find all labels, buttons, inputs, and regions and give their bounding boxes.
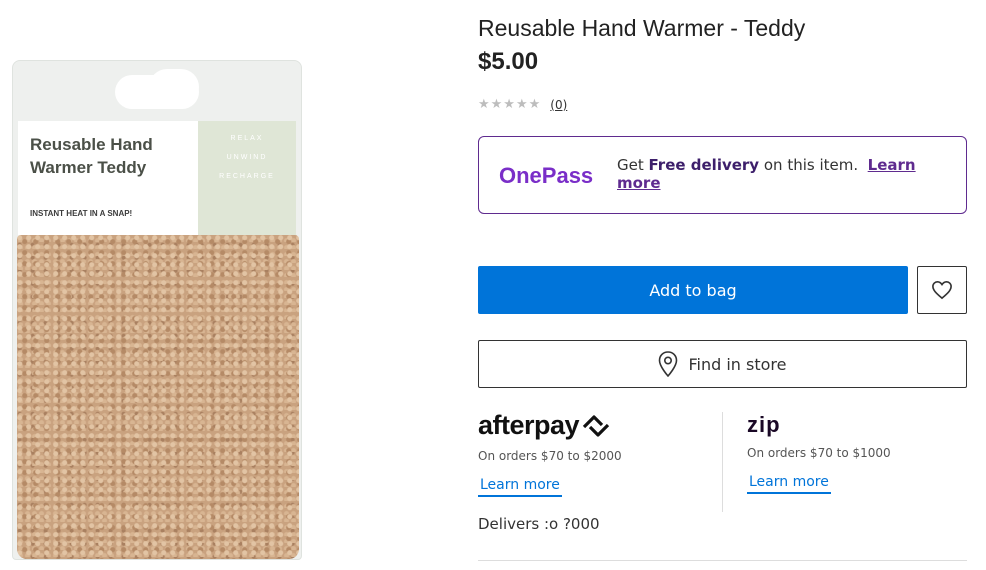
package-illustration: Reusable Hand Warmer Teddy INSTANT HEAT … (12, 60, 302, 560)
onepass-text-suffix: on this item. (759, 156, 859, 174)
delivery-info: Delivers :o ?000 (478, 515, 600, 533)
wishlist-button[interactable] (917, 266, 967, 314)
afterpay-logo-text: afterpay (478, 410, 580, 440)
section-divider (478, 560, 967, 561)
payment-divider (722, 412, 723, 512)
star-rating-icon: ★★★★★ (478, 97, 542, 112)
afterpay-arrows-icon (582, 414, 610, 437)
heart-icon (932, 280, 952, 300)
product-title: Reusable Hand Warmer - Teddy (478, 15, 806, 41)
zip-logo: zip (747, 410, 891, 440)
teddy-fleece (17, 235, 299, 559)
afterpay-section: afterpay On orders $70 to $2000 Learn mo… (478, 410, 622, 497)
zip-note: On orders $70 to $1000 (747, 446, 891, 460)
onepass-message: Get Free delivery on this item. Learn mo… (617, 156, 947, 192)
afterpay-logo: afterpay (478, 410, 622, 441)
afterpay-learn-more-link[interactable]: Learn more (478, 477, 562, 497)
zip-learn-more-link[interactable]: Learn more (747, 474, 831, 494)
review-count-link[interactable]: (0) (550, 98, 567, 112)
package-card: Reusable Hand Warmer Teddy INSTANT HEAT … (18, 121, 296, 235)
find-in-store-label: Find in store (688, 354, 787, 374)
package-title: Reusable Hand Warmer Teddy (30, 135, 153, 177)
find-in-store-button[interactable]: Find in store (478, 340, 967, 388)
package-side-word: UNWIND (226, 154, 268, 161)
package-side-word: RECHARGE (219, 173, 275, 180)
afterpay-note: On orders $70 to $2000 (478, 449, 622, 463)
zip-logo-text: zip (747, 412, 781, 437)
product-price: $5.00 (478, 48, 539, 75)
onepass-text-bold: Free delivery (648, 156, 760, 174)
hang-tab (115, 69, 199, 109)
package-tagline: INSTANT HEAT IN A SNAP! (30, 209, 133, 218)
zip-section: zip On orders $70 to $1000 Learn more (747, 410, 891, 494)
add-to-bag-button[interactable]: Add to bag (478, 266, 908, 314)
onepass-text-prefix: Get (617, 156, 649, 174)
product-image[interactable]: Reusable Hand Warmer Teddy INSTANT HEAT … (8, 60, 306, 565)
onepass-logo: OnePass (499, 163, 594, 188)
package-side-word: RELAX (230, 135, 264, 142)
onepass-banner: OnePass Get Free delivery on this item. … (478, 136, 967, 214)
location-pin-icon (659, 351, 678, 377)
rating: ★★★★★ (0) (478, 97, 567, 112)
package-side-panel: RELAX UNWIND RECHARGE (198, 121, 296, 235)
